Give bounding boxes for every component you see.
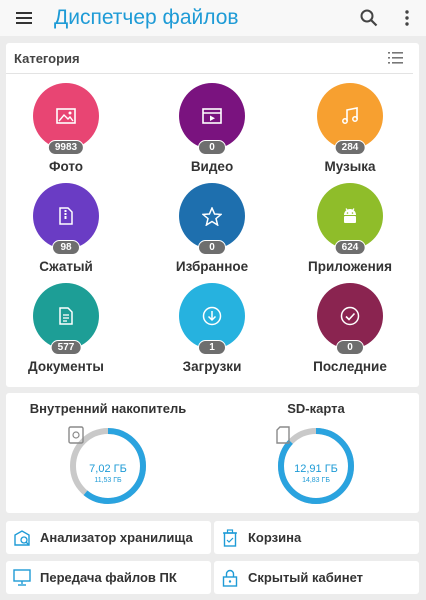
- trash-label: Корзина: [248, 530, 302, 545]
- category-documents-circle: 577: [33, 283, 99, 355]
- sd-card-values: 12,91 ГБ 14,83 ГБ: [276, 426, 356, 506]
- storage-analyzer-icon: [14, 529, 30, 546]
- trash-icon-wrap: [214, 528, 246, 547]
- more-vertical-icon: [405, 10, 409, 26]
- check-circle-icon: [340, 306, 360, 326]
- sd-card-total: 14,83 ГБ: [302, 476, 330, 484]
- internal-storage-values: 7,02 ГБ 11,53 ГБ: [68, 426, 148, 506]
- trash-icon: [223, 528, 237, 547]
- download-icon: [202, 306, 222, 326]
- category-recent-circle: 0: [317, 283, 383, 355]
- category-label: Документы: [28, 359, 104, 374]
- search-button[interactable]: [350, 0, 388, 36]
- internal-storage-gauge: 7,02 ГБ 11,53 ГБ: [68, 426, 148, 506]
- category-label: Фото: [48, 159, 84, 174]
- category-card: Категория 9983 Фото 0 Видео 284 Музыка 9…: [6, 43, 419, 387]
- category-label: Приложения: [308, 259, 392, 274]
- music-note-icon: [342, 107, 358, 124]
- category-label: Видео: [190, 159, 234, 174]
- internal-storage-total: 11,53 ГБ: [94, 476, 122, 484]
- hamburger-icon: [16, 12, 32, 24]
- internal-storage[interactable]: Внутренний накопитель 7,02 ГБ 11,53 ГБ: [13, 393, 203, 513]
- app-title: Диспетчер файлов: [54, 6, 239, 29]
- category-photo-circle: 9983: [33, 83, 99, 155]
- image-icon: [56, 108, 76, 124]
- overflow-menu-button[interactable]: [388, 0, 426, 36]
- hidden-cabinet-button[interactable]: Скрытый кабинет: [214, 561, 419, 594]
- category-recent[interactable]: 0 Последние: [290, 283, 410, 381]
- lock-icon: [222, 569, 238, 587]
- storage-analyzer-icon-wrap: [6, 529, 38, 547]
- category-header: Категория: [6, 43, 413, 74]
- film-icon: [202, 108, 222, 124]
- category-favorites-circle: 0: [179, 183, 245, 255]
- list-view-icon[interactable]: [388, 52, 403, 64]
- category-count: 98: [52, 240, 80, 255]
- pc-transfer-icon-wrap: [6, 569, 38, 586]
- sd-card-gauge: 12,91 ГБ 14,83 ГБ: [276, 426, 356, 506]
- sd-card-used: 12,91 ГБ: [294, 462, 338, 475]
- category-count: 1: [198, 340, 226, 355]
- category-title: Категория: [14, 50, 80, 66]
- sd-card-storage[interactable]: SD-карта 12,91 ГБ 14,83 ГБ: [221, 393, 411, 513]
- category-count: 0: [336, 340, 364, 355]
- storage-analyzer-label: Анализатор хранилища: [40, 530, 193, 545]
- document-icon: [59, 307, 73, 325]
- category-compressed-circle: 98: [33, 183, 99, 255]
- category-label: Музыка: [324, 159, 376, 174]
- category-downloads[interactable]: 1 Загрузки: [152, 283, 272, 381]
- pc-transfer-label: Передача файлов ПК: [40, 570, 177, 585]
- sd-card-title: SD-карта: [287, 401, 345, 416]
- app-bar: Диспетчер файлов: [0, 0, 426, 36]
- trash-button[interactable]: Корзина: [214, 521, 419, 554]
- category-label: Избранное: [175, 259, 249, 274]
- monitor-icon: [13, 569, 31, 586]
- category-count: 284: [334, 140, 366, 155]
- category-count: 624: [334, 240, 366, 255]
- category-video[interactable]: 0 Видео: [152, 83, 272, 181]
- hidden-cabinet-label: Скрытый кабинет: [248, 570, 364, 585]
- category-count: 9983: [47, 140, 85, 155]
- category-label: Последние: [313, 359, 387, 374]
- menu-button[interactable]: [4, 0, 44, 36]
- category-favorites[interactable]: 0 Избранное: [152, 183, 272, 281]
- hidden-cabinet-icon-wrap: [214, 569, 246, 587]
- category-documents[interactable]: 577 Документы: [6, 283, 126, 381]
- category-music-circle: 284: [317, 83, 383, 155]
- archive-icon: [59, 207, 73, 225]
- internal-storage-title: Внутренний накопитель: [29, 401, 187, 416]
- category-count: 0: [198, 240, 226, 255]
- storage-card: Внутренний накопитель 7,02 ГБ 11,53 ГБ S…: [6, 393, 419, 513]
- category-label: Сжатый: [39, 259, 93, 274]
- category-video-circle: 0: [179, 83, 245, 155]
- category-photo[interactable]: 9983 Фото: [6, 83, 126, 181]
- star-icon: [202, 206, 222, 226]
- internal-storage-used: 7,02 ГБ: [89, 462, 127, 475]
- category-apps-circle: 624: [317, 183, 383, 255]
- search-icon: [360, 9, 378, 27]
- pc-transfer-button[interactable]: Передача файлов ПК: [6, 561, 211, 594]
- category-count: 577: [50, 340, 82, 355]
- category-music[interactable]: 284 Музыка: [290, 83, 410, 181]
- category-label: Загрузки: [182, 359, 242, 374]
- category-apps[interactable]: 624 Приложения: [290, 183, 410, 281]
- category-compressed[interactable]: 98 Сжатый: [6, 183, 126, 281]
- category-downloads-circle: 1: [179, 283, 245, 355]
- storage-analyzer-button[interactable]: Анализатор хранилища: [6, 521, 211, 554]
- category-count: 0: [198, 140, 226, 155]
- android-icon: [344, 208, 356, 223]
